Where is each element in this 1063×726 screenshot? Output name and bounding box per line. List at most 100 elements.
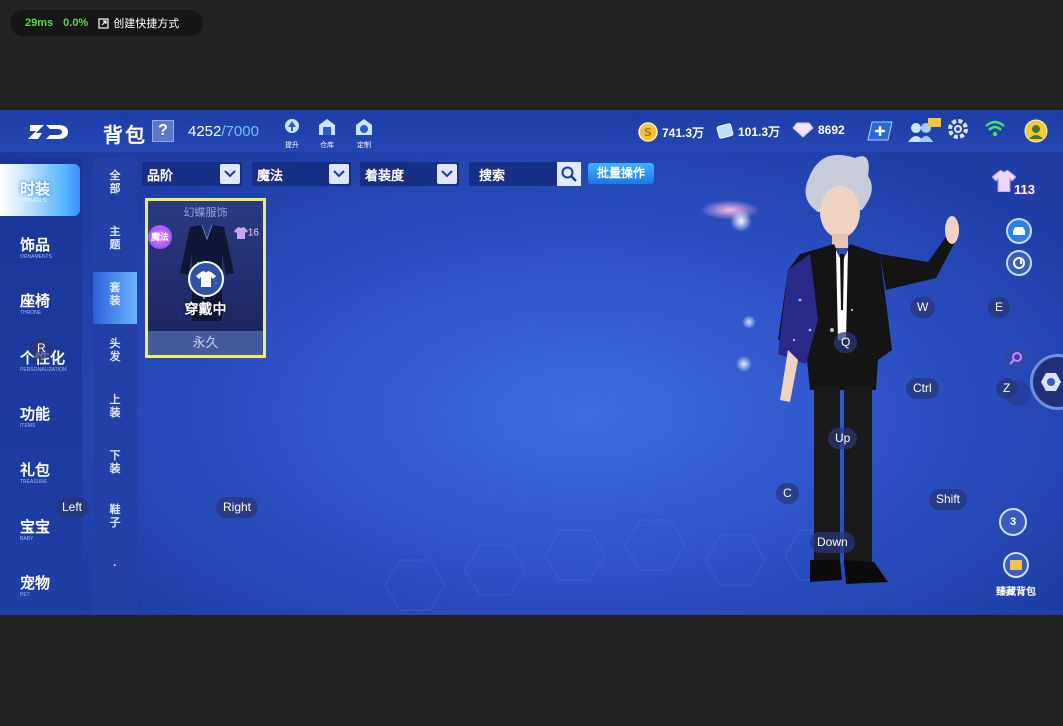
- top-bar: 背包 ? 4252/7000 提升 仓库 定制 S 741.3万 101.3万 …: [0, 110, 1063, 152]
- nav-item-treasure[interactable]: 礼包 TREASURE: [0, 445, 82, 497]
- upgrade-button[interactable]: 提升: [279, 118, 305, 149]
- gold-coin-icon: S: [638, 122, 658, 142]
- magic-filter[interactable]: 魔法: [252, 162, 351, 186]
- subtab-label: 主题: [109, 226, 121, 251]
- subtab-all[interactable]: 全部: [93, 160, 137, 212]
- key-hint-c: C: [776, 483, 799, 504]
- sparkle-light: [730, 210, 752, 232]
- ticket-icon: [716, 123, 734, 139]
- key-hint-right: Right: [216, 497, 259, 518]
- bulk-action-button[interactable]: 批量操作: [588, 163, 654, 184]
- nav-item-pet[interactable]: 宠物 PET: [0, 558, 82, 610]
- diamond-currency: 8692: [792, 122, 845, 138]
- nav-sublabel: PERSONALIZATION: [20, 367, 67, 373]
- item-level: 16: [233, 227, 259, 239]
- subtab-suit[interactable]: 套装: [93, 272, 137, 324]
- help-button[interactable]: ?: [152, 120, 174, 142]
- capacity-max: /7000: [221, 123, 259, 140]
- wearing-indicator: 穿戴中: [148, 261, 263, 319]
- gold-value: 741.3万: [662, 125, 705, 140]
- shirt-icon: [187, 261, 224, 297]
- wearing-status: 穿戴中: [184, 301, 227, 317]
- subcategory-nav: 全部 主题 套装 头发 上装 下装 鞋子 ·: [93, 158, 137, 615]
- item-name: 幻蝶服饰: [183, 207, 228, 219]
- loss-text: 0.0%: [63, 17, 89, 29]
- subtab-theme[interactable]: 主题: [93, 216, 137, 268]
- capacity-used: 4252: [188, 123, 222, 140]
- game-logo[interactable]: [26, 121, 70, 143]
- subtab-shoes[interactable]: 鞋子: [93, 494, 137, 546]
- capacity-text: 4252/7000: [188, 123, 259, 140]
- perf-overlay: 29ms 0.0% 创建快捷方式: [10, 10, 203, 36]
- key-hint-shift: Shift: [929, 489, 968, 510]
- fashion-level-badge[interactable]: 113: [992, 170, 1042, 202]
- grade-filter[interactable]: 品阶: [142, 162, 242, 186]
- gold-currency: S 741.3万: [638, 122, 704, 142]
- subtab-label: 鞋子: [109, 504, 121, 529]
- subtab-bottom[interactable]: 下装: [93, 440, 137, 492]
- nav-label: 宠物: [20, 575, 51, 592]
- nav-sublabel: THRONE: [20, 310, 42, 316]
- nav-label: 座椅: [20, 293, 51, 310]
- key-hint-left: Left: [55, 497, 90, 518]
- music-button[interactable]: [1006, 250, 1032, 276]
- nav-item-ornaments[interactable]: 饰品 ORNAMENTS: [0, 220, 82, 272]
- nav-label: 时装: [20, 181, 51, 198]
- game-viewport[interactable]: 背包 ? 4252/7000 提升 仓库 定制 S 741.3万 101.3万 …: [0, 110, 1063, 615]
- wear-filter[interactable]: 着装度: [360, 162, 459, 186]
- action-wheel[interactable]: [1030, 354, 1063, 410]
- treasure-bag-button[interactable]: 臻藏背包: [990, 552, 1042, 598]
- warehouse-icon: [319, 119, 335, 135]
- item-card[interactable]: 幻蝶服饰 魔法 16 穿戴中 永久: [145, 198, 266, 358]
- add-currency-icon[interactable]: [866, 120, 894, 142]
- nav-sublabel: ITEMS: [20, 423, 36, 429]
- subtab-more[interactable]: ·: [93, 550, 137, 602]
- custom-icon: [356, 119, 372, 135]
- key-hint-w: W: [910, 297, 936, 318]
- custom-button[interactable]: 定制: [351, 118, 377, 149]
- key-hint-down: Down: [810, 532, 855, 553]
- wear-filter-label: 着装度: [365, 167, 405, 183]
- nav-item-items[interactable]: 功能 ITEMS: [0, 389, 82, 441]
- outfit-slot-button[interactable]: 3: [999, 508, 1027, 536]
- subtab-hair[interactable]: 头发: [93, 328, 137, 380]
- nav-item-throne[interactable]: 座椅 THRONE: [0, 276, 82, 328]
- fashion-level-value: 113: [1014, 182, 1035, 197]
- search-input[interactable]: 搜索: [469, 165, 557, 184]
- friends-icon[interactable]: [906, 118, 942, 144]
- chevron-down-icon: [437, 164, 457, 184]
- warehouse-button[interactable]: 仓库: [314, 118, 340, 149]
- sparkle-light: [742, 315, 756, 329]
- create-shortcut-label: 创建快捷方式: [113, 18, 180, 30]
- chevron-down-icon: [220, 164, 240, 184]
- subtab-label: 全部: [109, 170, 121, 195]
- create-shortcut-button[interactable]: 创建快捷方式: [98, 15, 179, 31]
- grade-filter-label: 品阶: [147, 167, 174, 183]
- key-hint-up: Up: [828, 428, 858, 449]
- item-level-value: 16: [247, 227, 259, 239]
- upgrade-label: 提升: [285, 142, 299, 149]
- warehouse-label: 仓库: [320, 142, 334, 149]
- upgrade-icon: [285, 119, 299, 133]
- character-avatar[interactable]: [760, 150, 970, 615]
- key-hint-q: Q: [834, 332, 858, 353]
- search-box[interactable]: 搜索: [469, 162, 581, 186]
- custom-label: 定制: [357, 142, 371, 149]
- shirt-icon: [992, 170, 1016, 192]
- diamond-icon: [792, 122, 814, 138]
- sparkle-light: [736, 356, 752, 372]
- category-nav: 时装 APPARELS 饰品 ORNAMENTS 座椅 THRONE 个性化 P…: [0, 158, 82, 615]
- avatar-icon[interactable]: [1024, 119, 1048, 143]
- nav-item-apparels[interactable]: 时装 APPARELS: [0, 164, 80, 216]
- nav-label: 宝宝: [20, 519, 51, 536]
- item-duration: 永久: [148, 331, 263, 355]
- settings-gear-icon[interactable]: [947, 118, 969, 140]
- emote-button[interactable]: [1004, 346, 1028, 370]
- magnifier-icon: [1009, 352, 1022, 365]
- search-button[interactable]: [557, 162, 581, 186]
- subtab-top[interactable]: 上装: [93, 384, 137, 436]
- nav-sublabel: TREASURE: [20, 479, 48, 485]
- car-icon: [1013, 227, 1025, 235]
- search-icon: [561, 166, 577, 182]
- vehicle-button[interactable]: [1006, 218, 1032, 244]
